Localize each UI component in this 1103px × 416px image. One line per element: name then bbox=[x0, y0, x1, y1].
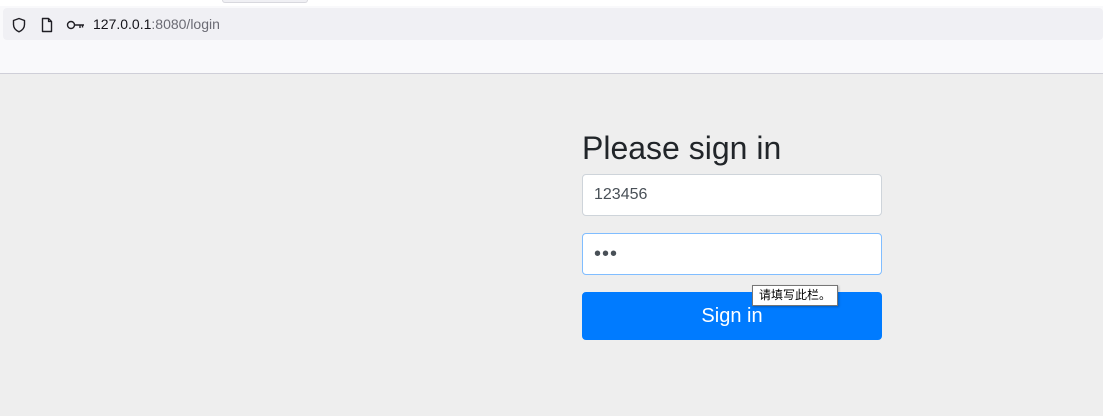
url-path: :8080/login bbox=[151, 16, 220, 32]
validation-tooltip: 请填写此栏。 bbox=[752, 285, 839, 306]
tab[interactable] bbox=[222, 0, 308, 3]
page-title: Please sign in bbox=[582, 130, 782, 166]
url-host: 127.0.0.1 bbox=[93, 16, 152, 32]
tab-strip bbox=[0, 0, 1103, 6]
signin-form: Please sign in Sign in bbox=[582, 128, 882, 340]
username-input[interactable] bbox=[582, 174, 882, 216]
key-icon[interactable] bbox=[66, 17, 86, 33]
browser-toolbar: 127.0.0.1:8080/login bbox=[0, 0, 1103, 74]
url-text[interactable]: 127.0.0.1:8080/login bbox=[93, 16, 220, 32]
shield-icon[interactable] bbox=[11, 17, 27, 33]
password-input[interactable] bbox=[582, 233, 882, 275]
address-bar[interactable]: 127.0.0.1:8080/login bbox=[3, 8, 1103, 40]
page-icon[interactable] bbox=[39, 17, 55, 33]
